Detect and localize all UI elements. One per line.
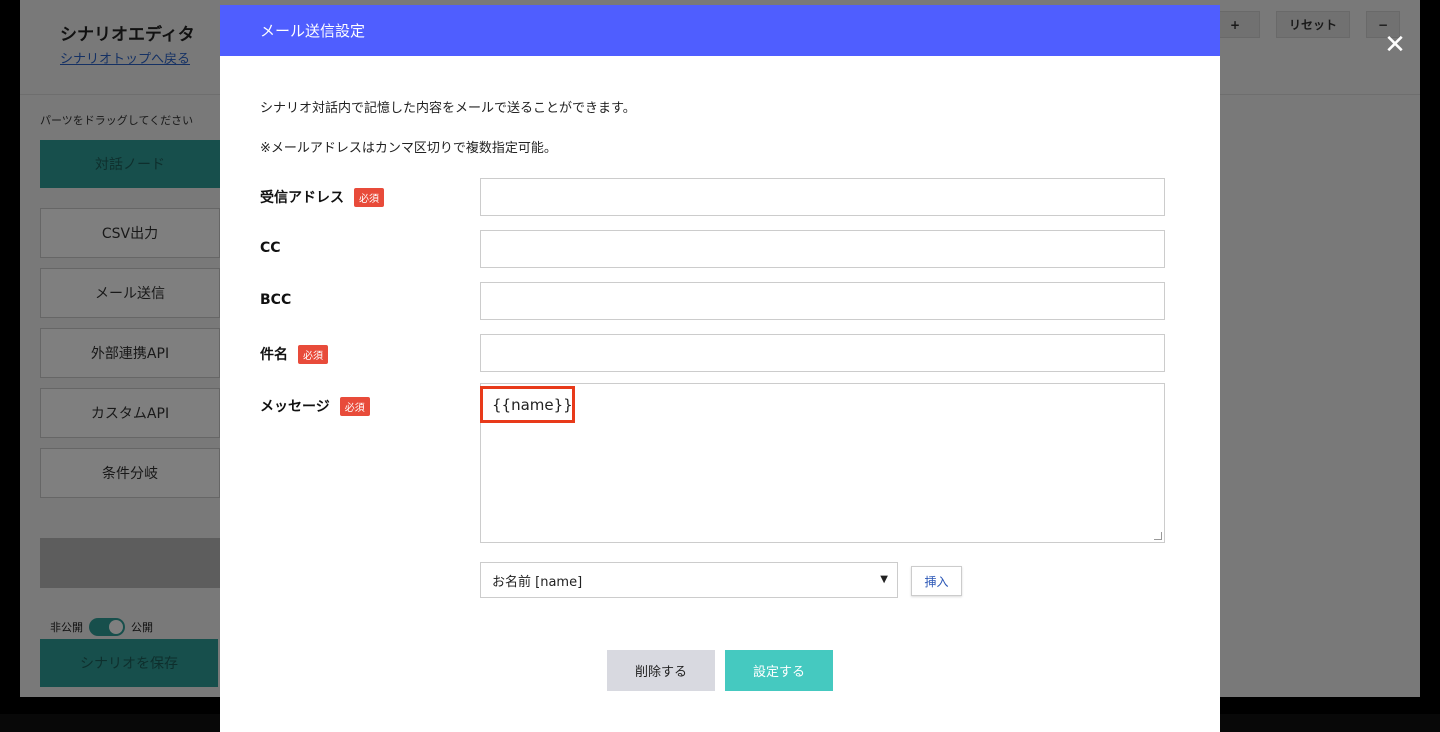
cc-input[interactable] (480, 230, 1165, 268)
required-badge: 必須 (354, 187, 384, 207)
modal-title: メール送信設定 (260, 22, 366, 40)
message-value-highlight: {{name}} (480, 386, 575, 423)
dropdown-arrow-icon: ▼ (880, 574, 888, 585)
cc-label-text: CC (260, 240, 281, 256)
to-address-label: 受信アドレス 必須 (260, 187, 384, 207)
submit-button[interactable]: 設定する (725, 650, 833, 691)
insert-button[interactable]: 挿入 (911, 566, 962, 596)
subject-label: 件名 必須 (260, 344, 328, 364)
variable-select[interactable]: お名前 [name] ▼ (480, 562, 898, 598)
delete-button[interactable]: 削除する (607, 650, 715, 691)
to-address-input[interactable] (480, 178, 1165, 216)
to-address-label-text: 受信アドレス (260, 190, 344, 206)
modal-note: ※メールアドレスはカンマ区切りで複数指定可能。 (260, 141, 557, 156)
bcc-input[interactable] (480, 282, 1165, 320)
cc-label: CC (260, 240, 281, 256)
bcc-label-text: BCC (260, 292, 292, 308)
resize-handle-icon[interactable] (1154, 532, 1162, 540)
message-textarea[interactable] (480, 383, 1165, 543)
modal-description: シナリオ対話内で記憶した内容をメールで送ることができます。 (260, 101, 636, 116)
variable-select-value: お名前 [name] (492, 574, 583, 590)
bcc-label: BCC (260, 292, 291, 308)
required-badge: 必須 (298, 344, 328, 364)
mail-settings-modal: メール送信設定 シナリオ対話内で記憶した内容をメールで送ることができます。 ※メ… (220, 5, 1220, 732)
subject-label-text: 件名 (260, 347, 288, 363)
required-badge: 必須 (339, 396, 370, 416)
subject-input[interactable] (480, 334, 1165, 372)
modal-header: メール送信設定 (220, 5, 1220, 56)
message-label-text: メッセージ (260, 399, 330, 415)
message-label: メッセージ 必須 (260, 396, 370, 416)
close-icon[interactable]: ✕ (1381, 31, 1409, 59)
